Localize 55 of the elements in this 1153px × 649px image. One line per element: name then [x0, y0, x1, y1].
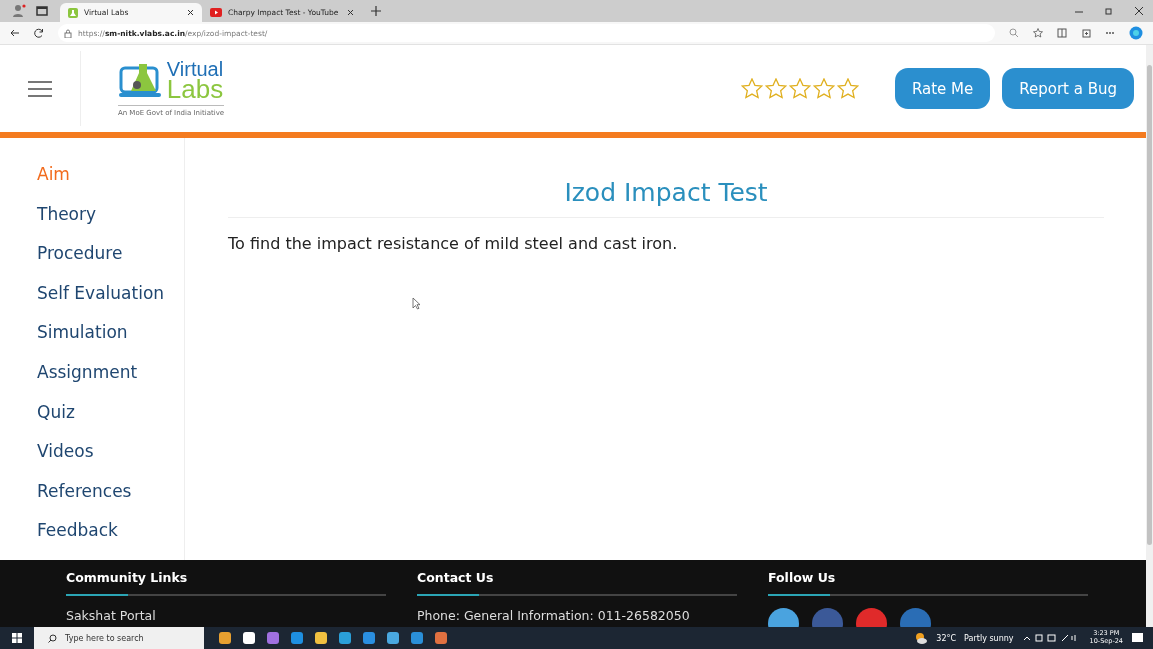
play-icon	[210, 8, 222, 17]
star-rating[interactable]	[740, 78, 859, 99]
menu-icon[interactable]	[28, 80, 52, 97]
sidebar-link[interactable]: References	[37, 480, 184, 521]
app-icon[interactable]	[242, 631, 256, 645]
sidebar-link[interactable]: Procedure	[37, 243, 184, 283]
report-bug-button[interactable]: Report a Bug	[1002, 68, 1134, 109]
rate-button[interactable]: Rate Me	[894, 68, 991, 109]
sidebar-link[interactable]: Assignment	[37, 361, 184, 402]
app-icon[interactable]	[386, 631, 400, 645]
sidebar-link[interactable]: Videos	[37, 441, 184, 481]
taskbar-search-field[interactable]: Type here to search	[34, 627, 204, 649]
close-icon[interactable]	[347, 9, 354, 16]
collections-icon[interactable]	[1081, 28, 1091, 38]
app-icon[interactable]	[314, 631, 328, 645]
close-icon[interactable]	[1135, 7, 1143, 15]
app-icon[interactable]	[218, 631, 232, 645]
search-icon	[48, 633, 57, 643]
logo-text: Virtual	[166, 60, 224, 79]
star-icon	[836, 78, 859, 99]
split-screen-icon[interactable]	[1057, 28, 1067, 38]
footer-heading: Follow Us	[768, 570, 837, 585]
sidebar-link[interactable]: Simulation	[37, 322, 184, 362]
footer-heading: Community Links	[66, 570, 189, 585]
footer-link[interactable]: Sakshat Portal	[66, 608, 386, 623]
aim-text: To find the impact resistance of mild steel and cast iron.	[228, 234, 679, 253]
flask-icon	[68, 7, 78, 18]
tab-actions-icon[interactable]	[36, 5, 48, 17]
refresh-icon[interactable]	[34, 28, 44, 38]
sidebar-link[interactable]: Self Evaluation	[37, 282, 184, 323]
page-title: Izod Impact Test	[228, 178, 1104, 218]
star-icon	[740, 78, 763, 99]
close-icon[interactable]	[187, 9, 194, 16]
temperature: 32°C	[936, 633, 957, 643]
profile-icon[interactable]	[12, 4, 26, 18]
sidebar-link[interactable]: Feedback	[37, 520, 184, 560]
logo-icon	[118, 62, 163, 100]
star-icon	[764, 78, 787, 99]
footer-heading: Contact Us	[417, 570, 495, 585]
new-tab-icon[interactable]	[370, 5, 382, 17]
pointer-icon	[412, 297, 421, 310]
footer-link[interactable]: Phone: General Information: 011-26582050	[417, 608, 737, 623]
star-icon	[788, 78, 811, 99]
star-icon	[812, 78, 835, 99]
sidebar-link[interactable]: Quiz	[37, 401, 184, 442]
scrollbar[interactable]	[1146, 45, 1153, 627]
weather-text: Partly sunny	[964, 633, 1014, 643]
back-icon[interactable]	[10, 28, 20, 38]
sidebar-link[interactable]: Theory	[37, 203, 184, 244]
zoom-icon[interactable]	[1009, 28, 1019, 38]
restore-icon[interactable]	[1105, 7, 1113, 15]
weather-icon	[914, 631, 929, 645]
lock-icon	[64, 28, 72, 38]
logo-text: Labs	[166, 78, 224, 102]
favorite-icon[interactable]	[1033, 28, 1043, 38]
